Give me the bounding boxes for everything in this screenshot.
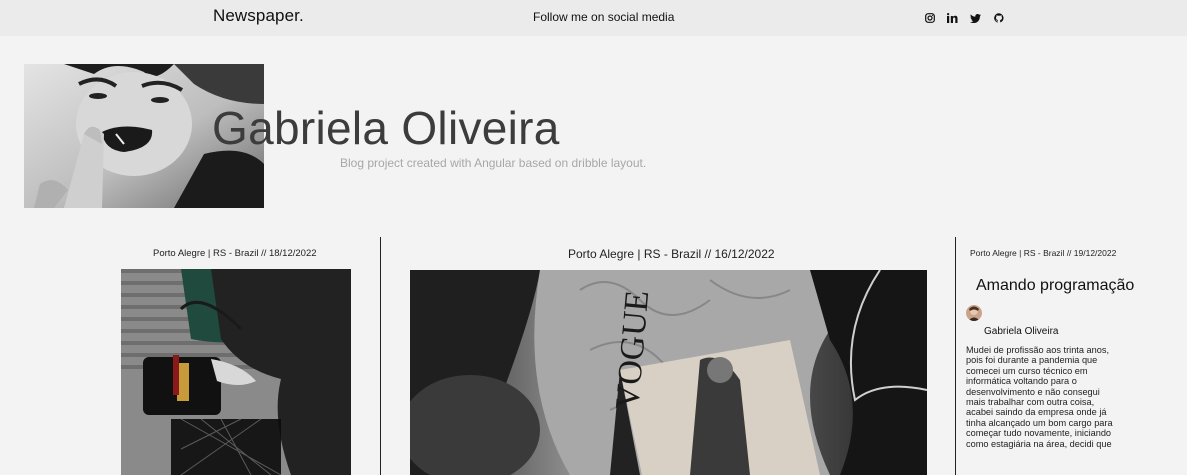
top-navbar: Newspaper. Follow me on social media xyxy=(0,0,1187,36)
post-right: Porto Alegre | RS - Brazil // 19/12/2022… xyxy=(966,248,1140,449)
post-image-middle[interactable]: VOGUE xyxy=(410,270,927,475)
column-divider xyxy=(380,237,381,475)
twitter-icon[interactable] xyxy=(964,11,987,25)
post-meta-left: Porto Alegre | RS - Brazil // 18/12/2022 xyxy=(153,248,317,259)
post-meta-middle: Porto Alegre | RS - Brazil // 16/12/2022 xyxy=(568,247,775,261)
author-name: Gabriela Oliveira xyxy=(984,326,1059,337)
linkedin-icon[interactable] xyxy=(941,11,964,25)
github-icon[interactable] xyxy=(987,11,1010,25)
post-excerpt: Mudei de profissão aos trinta anos, pois… xyxy=(966,345,1113,449)
page-subtitle: Blog project created with Angular based … xyxy=(340,156,647,170)
page-title: Gabriela Oliveira xyxy=(212,102,560,154)
column-divider xyxy=(955,237,956,475)
brand-logo[interactable]: Newspaper. xyxy=(213,6,304,26)
social-links xyxy=(918,11,1010,25)
post-title[interactable]: Amando programação xyxy=(976,277,1140,295)
author-avatar xyxy=(966,305,982,321)
social-tagline: Follow me on social media xyxy=(533,10,675,24)
instagram-icon[interactable] xyxy=(918,11,941,25)
post-meta-right: Porto Alegre | RS - Brazil // 19/12/2022 xyxy=(970,248,1117,258)
post-image-left[interactable] xyxy=(121,269,351,475)
